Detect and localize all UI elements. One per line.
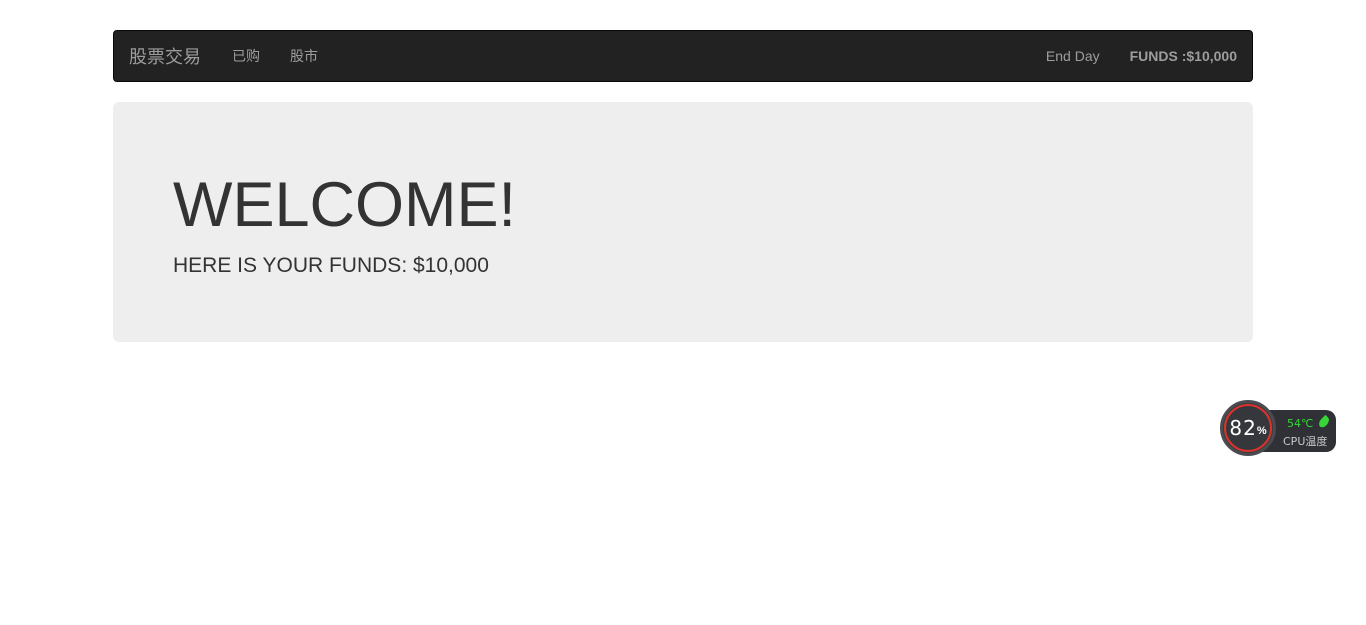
nav-links: 已购 股市 — [217, 46, 333, 66]
cpu-usage-value: 82 — [1229, 416, 1257, 440]
nav-right: End Day FUNDS :$10,000 — [1046, 48, 1237, 64]
cpu-usage-percent-sign: % — [1256, 425, 1267, 437]
welcome-panel: WELCOME! HERE IS YOUR FUNDS: $10,000 — [113, 102, 1253, 342]
welcome-title: WELCOME! — [173, 170, 517, 240]
funds-display: FUNDS :$10,000 — [1129, 48, 1237, 64]
cpu-temperature-value: 54℃ — [1287, 417, 1314, 430]
funds-subtitle: HERE IS YOUR FUNDS: $10,000 — [173, 254, 489, 277]
cpu-usage-gauge: 82% — [1220, 400, 1276, 456]
top-navbar: 股票交易 已购 股市 End Day FUNDS :$10,000 — [113, 30, 1253, 82]
nav-link-stocks[interactable]: 股市 — [275, 46, 333, 66]
cpu-temperature-widget[interactable]: 82% 54℃ CPU温度 — [1220, 400, 1338, 462]
cpu-usage-ring: 82% — [1224, 404, 1272, 452]
cpu-temperature-label: CPU温度 — [1283, 435, 1328, 448]
nav-link-purchased[interactable]: 已购 — [217, 46, 275, 66]
end-day-button[interactable]: End Day — [1046, 48, 1100, 64]
brand-link[interactable]: 股票交易 — [129, 43, 201, 69]
